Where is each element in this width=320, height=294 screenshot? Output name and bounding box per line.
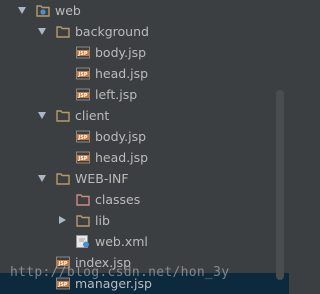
svg-text:JSP: JSP — [57, 282, 67, 288]
jsp-file-icon: JSP — [76, 46, 90, 59]
tree-item-label: body.jsp — [95, 45, 147, 60]
tree-item-label: web.xml — [95, 234, 148, 249]
tree-item-classes[interactable]: classes — [0, 189, 289, 210]
expand-arrow-down-icon[interactable] — [38, 175, 46, 182]
watermark-text: http://blog.csdn.net/hon_3y — [10, 265, 230, 280]
tree-item-label: web — [55, 3, 81, 18]
expand-arrow-down-icon[interactable] — [38, 112, 46, 119]
web-folder-icon — [36, 4, 50, 17]
tree-item-cl-head[interactable]: JSP head.jsp — [0, 147, 289, 168]
tree-item-bg-body[interactable]: JSP body.jsp — [0, 42, 289, 63]
tree-item-label: head.jsp — [95, 150, 149, 165]
folder-icon — [76, 214, 90, 227]
tree-item-background[interactable]: background — [0, 21, 289, 42]
folder-icon — [56, 172, 70, 185]
tree-item-label: WEB-INF — [75, 171, 129, 186]
svg-text:JSP: JSP — [77, 93, 87, 99]
tree-item-cl-body[interactable]: JSP body.jsp — [0, 126, 289, 147]
svg-text:JSP: JSP — [77, 135, 87, 141]
svg-text:JSP: JSP — [77, 156, 87, 162]
folder-icon — [56, 109, 70, 122]
expand-arrow-down-icon[interactable] — [18, 7, 26, 14]
expand-arrow-right-icon[interactable] — [59, 216, 66, 224]
tree-item-label: classes — [95, 192, 141, 207]
tree-item-label: lib — [95, 213, 110, 228]
tree-item-bg-left[interactable]: JSP left.jsp — [0, 84, 289, 105]
tree-item-lib[interactable]: lib — [0, 210, 289, 231]
xml-file-icon — [76, 235, 90, 248]
tree-item-label: body.jsp — [95, 129, 147, 144]
svg-text:JSP: JSP — [77, 51, 87, 57]
tree-item-label: left.jsp — [95, 87, 138, 102]
jsp-file-icon: JSP — [76, 130, 90, 143]
expand-arrow-down-icon[interactable] — [38, 28, 46, 35]
tree-item-bg-head[interactable]: JSP head.jsp — [0, 63, 289, 84]
jsp-file-icon: JSP — [76, 151, 90, 164]
tree-item-webxml[interactable]: web.xml — [0, 231, 289, 252]
tree-item-label: head.jsp — [95, 66, 149, 81]
tree-item-label: background — [75, 24, 149, 39]
jsp-file-icon: JSP — [76, 88, 90, 101]
tree-item-label: client — [75, 108, 110, 123]
tree-item-client[interactable]: client — [0, 105, 289, 126]
jsp-file-icon: JSP — [76, 67, 90, 80]
vertical-scrollbar[interactable] — [276, 90, 284, 280]
tree-item-web[interactable]: web — [0, 0, 289, 21]
classes-folder-icon — [76, 193, 90, 206]
project-tree: web background JSP body.jsp JSP head.jsp JSP le… — [0, 0, 289, 294]
folder-icon — [56, 25, 70, 38]
tree-item-webinf[interactable]: WEB-INF — [0, 168, 289, 189]
svg-text:JSP: JSP — [77, 72, 87, 78]
